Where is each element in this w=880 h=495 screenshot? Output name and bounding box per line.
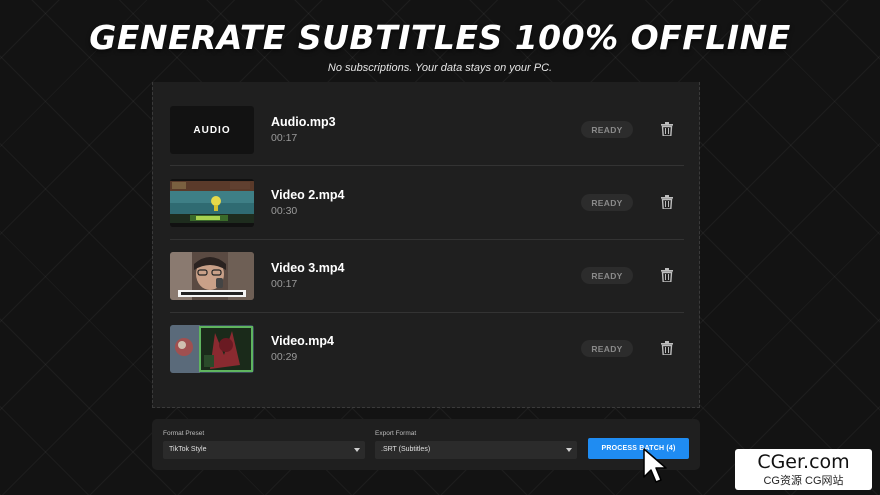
video-thumbnail: [170, 179, 254, 227]
status-badge: READY: [581, 121, 633, 138]
file-duration: 00:17: [271, 278, 298, 290]
process-batch-button[interactable]: PROCESS BATCH (4): [588, 438, 689, 459]
video-thumbnail: [170, 325, 254, 373]
status-badge: READY: [581, 267, 633, 284]
trash-icon[interactable]: [661, 268, 673, 282]
file-name: Video.mp4: [271, 334, 334, 348]
file-name: Audio.mp3: [271, 115, 336, 129]
trash-icon[interactable]: [661, 122, 673, 136]
file-duration: 00:17: [271, 132, 298, 144]
file-row-audio[interactable]: AUDIO Audio.mp3 00:17 READY: [170, 106, 684, 154]
file-name: Video 3.mp4: [271, 261, 345, 275]
export-format-select[interactable]: .SRT (Subtitles): [375, 441, 577, 459]
file-duration: 00:29: [271, 351, 298, 363]
row-divider: [170, 165, 684, 166]
file-list-panel: AUDIO Audio.mp3 00:17 READY Video 2.mp4 …: [152, 82, 700, 408]
export-format-value: .SRT (Subtitles): [381, 446, 431, 453]
file-duration: 00:30: [271, 205, 298, 217]
export-format-label: Export Format: [375, 430, 417, 437]
watermark-logo: CGer.com: [757, 451, 850, 473]
page: { "header": { "title": "GENERATE SUBTITL…: [0, 0, 880, 495]
row-divider: [170, 239, 684, 240]
watermark-tagline: CG资源 CG网站: [763, 475, 844, 487]
status-badge: READY: [581, 340, 633, 357]
trash-icon[interactable]: [661, 195, 673, 209]
file-row-video-2[interactable]: Video 2.mp4 00:30 READY: [170, 179, 684, 227]
video-thumbnail: [170, 252, 254, 300]
row-divider: [170, 312, 684, 313]
status-badge: READY: [581, 194, 633, 211]
watermark: CGer.com CG资源 CG网站: [735, 449, 872, 490]
format-preset-label: Format Preset: [163, 430, 205, 437]
format-preset-value: TikTok Style: [169, 446, 207, 453]
file-name: Video 2.mp4: [271, 188, 345, 202]
trash-icon[interactable]: [661, 341, 673, 355]
format-preset-select[interactable]: TikTok Style: [163, 441, 365, 459]
tagline: No subscriptions. Your data stays on you…: [327, 62, 553, 74]
mouse-cursor-icon: [643, 448, 667, 483]
audio-thumbnail: AUDIO: [170, 106, 254, 154]
file-row-video[interactable]: Video.mp4 00:29 READY: [170, 325, 684, 373]
batch-controls-bar: Format Preset TikTok Style Export Format…: [152, 419, 700, 470]
file-row-video-3[interactable]: Video 3.mp4 00:17 READY: [170, 252, 684, 300]
headline: GENERATE SUBTITLES 100% OFFLINE: [89, 18, 791, 57]
chevron-down-icon: [566, 448, 572, 452]
chevron-down-icon: [354, 448, 360, 452]
